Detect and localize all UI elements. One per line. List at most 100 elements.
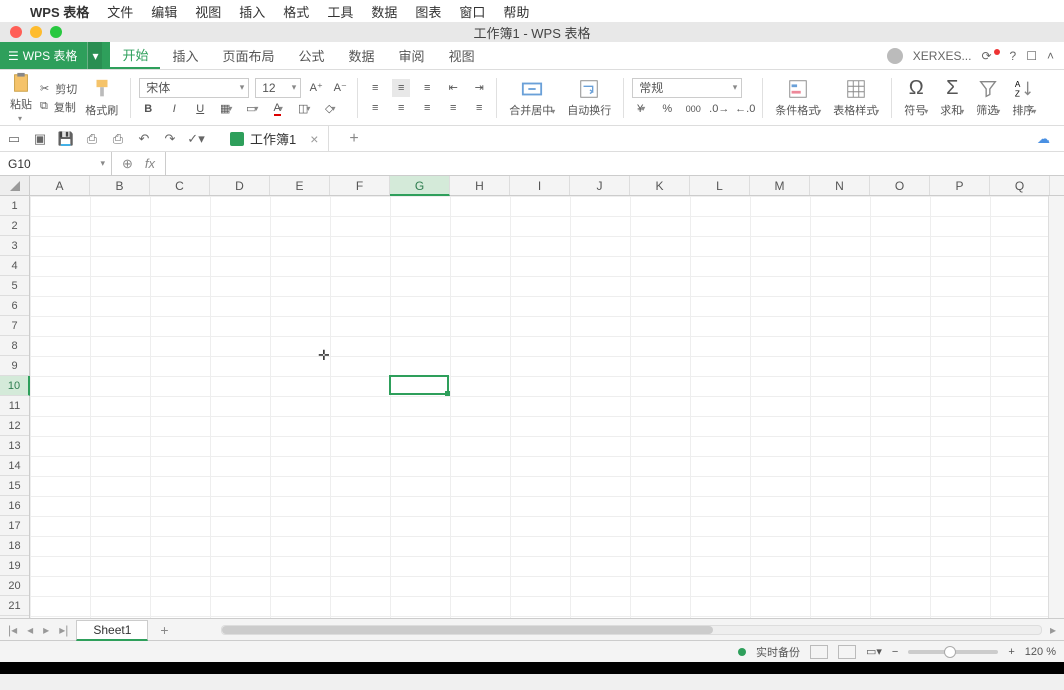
decrease-indent-icon[interactable]: ⇤ bbox=[444, 79, 462, 97]
print-icon[interactable]: ⎙ bbox=[84, 131, 100, 147]
ribbon-tab-review[interactable]: 审阅 bbox=[387, 42, 437, 69]
user-name[interactable]: XERXES... bbox=[913, 49, 972, 63]
ribbon-tab-home[interactable]: 开始 bbox=[110, 42, 160, 69]
percent-icon[interactable]: % bbox=[658, 100, 676, 118]
notification-icon[interactable]: ⟳ bbox=[981, 49, 999, 63]
row-header[interactable]: 22 bbox=[0, 616, 29, 618]
zoom-level[interactable]: 120 % bbox=[1025, 646, 1056, 658]
row-header[interactable]: 7 bbox=[0, 316, 29, 336]
vertical-scrollbar[interactable] bbox=[1048, 196, 1064, 618]
column-header[interactable]: J bbox=[570, 176, 630, 195]
horizontal-scrollbar[interactable] bbox=[221, 625, 1042, 635]
column-header[interactable]: A bbox=[30, 176, 90, 195]
symbol-button[interactable]: Ω 符号▾ bbox=[900, 75, 932, 120]
row-header[interactable]: 3 bbox=[0, 236, 29, 256]
hscroll-right[interactable]: ▸ bbox=[1048, 623, 1058, 637]
align-justify-icon[interactable]: ≡ bbox=[444, 99, 462, 117]
currency-icon[interactable]: ¥▾ bbox=[632, 100, 650, 118]
ribbon-tab-insert[interactable]: 插入 bbox=[160, 42, 210, 69]
filter-button[interactable]: 筛选▾ bbox=[972, 76, 1004, 120]
save-icon[interactable]: 💾 bbox=[58, 131, 74, 147]
select-all-corner[interactable] bbox=[0, 176, 30, 195]
column-header[interactable]: K bbox=[630, 176, 690, 195]
align-distribute-icon[interactable]: ≡ bbox=[470, 99, 488, 117]
column-header[interactable]: B bbox=[90, 176, 150, 195]
ribbon-tab-view[interactable]: 视图 bbox=[437, 42, 487, 69]
row-header[interactable]: 5 bbox=[0, 276, 29, 296]
zoom-in-button[interactable]: + bbox=[1008, 646, 1014, 658]
row-header[interactable]: 11 bbox=[0, 396, 29, 416]
row-header[interactable]: 14 bbox=[0, 456, 29, 476]
font-size-select[interactable]: 12 bbox=[255, 78, 301, 98]
align-left-icon[interactable]: ≡ bbox=[366, 99, 384, 117]
close-window-button[interactable] bbox=[10, 26, 22, 38]
border-button[interactable]: ▦▾ bbox=[217, 100, 235, 118]
cell-style-button[interactable]: ◫▾ bbox=[295, 100, 313, 118]
cut-button[interactable]: ✂剪切 bbox=[40, 81, 77, 97]
row-header[interactable]: 12 bbox=[0, 416, 29, 436]
view-normal-icon[interactable] bbox=[810, 645, 828, 659]
row-header[interactable]: 21 bbox=[0, 596, 29, 616]
column-header[interactable]: H bbox=[450, 176, 510, 195]
sheet-nav-last[interactable]: ▸| bbox=[57, 623, 70, 637]
row-header[interactable]: 9 bbox=[0, 356, 29, 376]
cells-area[interactable]: ✛ bbox=[30, 196, 1064, 618]
print-preview-icon[interactable]: ⎙ bbox=[110, 131, 126, 147]
menu-data[interactable]: 数据 bbox=[371, 2, 397, 21]
close-tab-icon[interactable]: × bbox=[310, 131, 318, 147]
bold-button[interactable]: B bbox=[139, 100, 157, 118]
new-doc-icon[interactable]: ▭ bbox=[6, 131, 22, 147]
font-name-select[interactable]: 宋体 bbox=[139, 78, 249, 98]
fill-handle[interactable] bbox=[445, 391, 450, 396]
row-header[interactable]: 16 bbox=[0, 496, 29, 516]
sheet-nav-next[interactable]: ▸ bbox=[41, 623, 51, 637]
sort-button[interactable]: AZ 排序▾ bbox=[1008, 76, 1040, 120]
auto-wrap-button[interactable]: 自动换行 bbox=[563, 76, 615, 120]
font-color-button[interactable]: A▾ bbox=[269, 100, 287, 118]
column-header[interactable]: C bbox=[150, 176, 210, 195]
view-mode-dropdown[interactable]: ▭▾ bbox=[866, 645, 882, 658]
zoom-window-button[interactable] bbox=[50, 26, 62, 38]
feedback-icon[interactable]: ☐ bbox=[1026, 49, 1037, 63]
row-header[interactable]: 10 bbox=[0, 376, 30, 396]
row-header[interactable]: 19 bbox=[0, 556, 29, 576]
backup-status-label[interactable]: 实时备份 bbox=[756, 644, 800, 660]
sum-button[interactable]: Σ 求和▾ bbox=[936, 75, 968, 120]
undo-icon[interactable]: ↶ bbox=[136, 131, 152, 147]
fx-icon[interactable]: fx bbox=[145, 156, 155, 171]
column-header[interactable]: M bbox=[750, 176, 810, 195]
add-sheet-button[interactable]: + bbox=[154, 622, 174, 638]
column-header[interactable]: Q bbox=[990, 176, 1050, 195]
menu-view[interactable]: 视图 bbox=[195, 2, 221, 21]
sheet-nav-prev[interactable]: ◂ bbox=[25, 623, 35, 637]
copy-button[interactable]: ⧉复制 bbox=[40, 99, 77, 115]
align-bottom-icon[interactable]: ≡ bbox=[418, 79, 436, 97]
row-header[interactable]: 1 bbox=[0, 196, 29, 216]
row-header[interactable]: 8 bbox=[0, 336, 29, 356]
column-header[interactable]: D bbox=[210, 176, 270, 195]
fill-color-button[interactable]: ▭▾ bbox=[243, 100, 261, 118]
sheet-nav-first[interactable]: |◂ bbox=[6, 623, 19, 637]
active-cell[interactable] bbox=[389, 375, 449, 395]
row-header[interactable]: 17 bbox=[0, 516, 29, 536]
menu-window[interactable]: 窗口 bbox=[459, 2, 485, 21]
menu-format[interactable]: 格式 bbox=[283, 2, 309, 21]
menu-file[interactable]: 文件 bbox=[107, 2, 133, 21]
column-header[interactable]: N bbox=[810, 176, 870, 195]
view-page-icon[interactable] bbox=[838, 645, 856, 659]
formula-input[interactable] bbox=[166, 152, 1064, 175]
open-doc-icon[interactable]: ▣ bbox=[32, 131, 48, 147]
row-header[interactable]: 13 bbox=[0, 436, 29, 456]
zoom-slider[interactable] bbox=[908, 650, 998, 654]
ribbon-tab-data[interactable]: 数据 bbox=[337, 42, 387, 69]
format-painter-button[interactable]: 格式刷 bbox=[81, 76, 122, 120]
sheet-tab[interactable]: Sheet1 bbox=[76, 620, 148, 641]
row-header[interactable]: 4 bbox=[0, 256, 29, 276]
column-header[interactable]: G bbox=[390, 176, 450, 196]
align-middle-icon[interactable]: ≡ bbox=[392, 79, 410, 97]
menu-insert[interactable]: 插入 bbox=[239, 2, 265, 21]
paste-button[interactable]: 粘贴▾ bbox=[6, 70, 36, 125]
increase-font-icon[interactable]: A⁺ bbox=[307, 79, 325, 97]
italic-button[interactable]: I bbox=[165, 100, 183, 118]
zoom-out-button[interactable]: − bbox=[892, 646, 898, 658]
